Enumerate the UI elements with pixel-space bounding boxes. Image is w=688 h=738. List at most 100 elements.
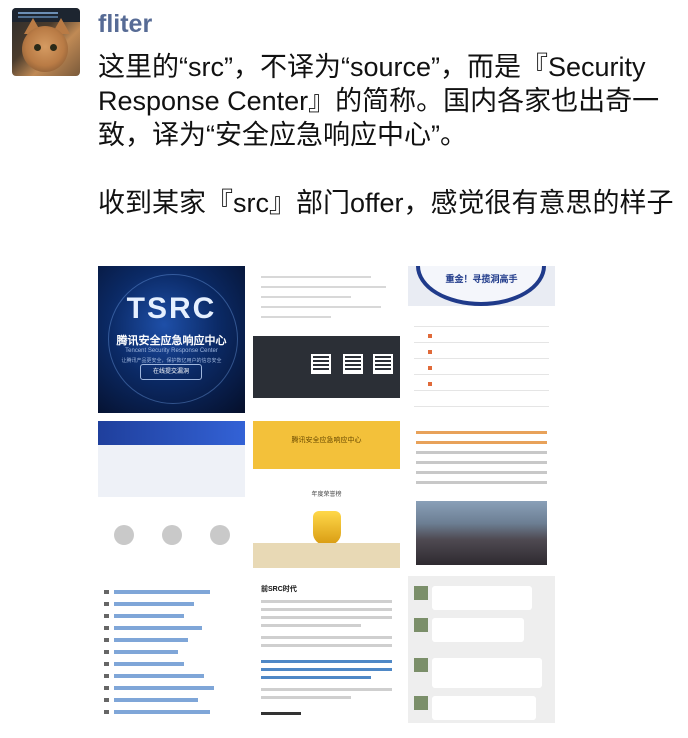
table-row — [414, 374, 549, 375]
trophy-icon — [313, 511, 341, 545]
person-icon — [162, 525, 182, 545]
table-marker — [428, 334, 432, 338]
doc-line — [261, 276, 371, 278]
user-avatar[interactable] — [12, 8, 80, 76]
list-number — [104, 698, 109, 702]
list-item — [114, 674, 204, 678]
text-line — [416, 441, 547, 444]
tsrc-title-cn: 腾讯安全应急响应中心 — [116, 335, 227, 347]
list-number — [104, 614, 109, 618]
doc-line — [261, 296, 351, 298]
article-heading: 前SRC时代 — [261, 586, 297, 593]
section-caption: 年度荣誉榜 — [311, 492, 342, 498]
tsrc-submit-button: 在线提交漏洞 — [140, 364, 202, 380]
text-line — [261, 600, 392, 603]
link-line — [261, 676, 371, 679]
yellow-banner — [253, 421, 400, 469]
image-tile-4[interactable] — [98, 421, 245, 568]
list-item — [114, 710, 210, 714]
text-line — [416, 461, 547, 464]
group-photo — [416, 501, 547, 565]
image-tile-5[interactable]: 腾讯安全应急响应中心 年度荣誉榜 — [253, 421, 400, 568]
chat-bubble — [432, 658, 542, 688]
doc-line — [261, 306, 381, 308]
qr-code-icon — [311, 354, 331, 374]
image-tile-3[interactable]: 重金！寻揽洞高手 — [408, 266, 555, 413]
text-line — [261, 696, 351, 699]
list-number — [104, 590, 109, 594]
text-line — [261, 608, 392, 611]
image-tile-6[interactable] — [408, 421, 555, 568]
text-line — [261, 644, 392, 647]
list-item — [114, 602, 194, 606]
person-icon — [210, 525, 230, 545]
image-tile-9[interactable] — [408, 576, 555, 723]
list-item — [114, 638, 188, 642]
text-line — [261, 712, 301, 715]
image-tile-8[interactable]: 前SRC时代 — [253, 576, 400, 723]
cat-eye-left — [34, 44, 41, 51]
post-text: 这里的“src”，不译为“source”，而是『Security Respons… — [98, 50, 678, 220]
banner-title: 重金！寻揽洞高手 — [445, 274, 518, 284]
text-line — [261, 688, 392, 691]
chat-bubble — [432, 586, 532, 610]
doc-line — [261, 316, 331, 318]
table-row — [414, 406, 549, 407]
list-item — [114, 650, 178, 654]
chat-avatar — [414, 586, 428, 600]
list-number — [104, 662, 109, 666]
list-item — [114, 686, 214, 690]
list-number — [104, 650, 109, 654]
table-marker — [428, 366, 432, 370]
text-line — [416, 471, 547, 474]
text-line — [261, 616, 392, 619]
qr-code-icon — [343, 354, 363, 374]
text-line — [416, 481, 547, 484]
list-number — [104, 602, 109, 606]
image-tile-7[interactable] — [98, 576, 245, 723]
text-line — [261, 624, 361, 627]
link-line — [261, 660, 392, 663]
image-tile-1[interactable]: TSRC 腾讯安全应急响应中心 Tencent Security Respons… — [98, 266, 245, 413]
info-strip — [98, 445, 245, 497]
list-item — [114, 626, 202, 630]
text-line — [261, 636, 392, 639]
cat-eye-right — [50, 44, 57, 51]
post-paragraph-2: 收到某家『src』部门offer，感觉很有意思的样子 — [98, 188, 674, 218]
list-number — [104, 626, 109, 630]
image-grid: TSRC 腾讯安全应急响应中心 Tencent Security Respons… — [98, 266, 558, 738]
chat-avatar — [414, 618, 428, 632]
list-item — [114, 662, 184, 666]
chat-avatar — [414, 658, 428, 672]
chat-bubble — [432, 618, 524, 642]
table-row — [414, 358, 549, 359]
nickname[interactable]: fliter — [98, 10, 152, 39]
image-tile-2[interactable] — [253, 266, 400, 413]
list-item — [114, 590, 210, 594]
qr-code-icon — [373, 354, 393, 374]
blue-banner — [98, 421, 245, 445]
table-marker — [428, 350, 432, 354]
text-line — [416, 451, 547, 454]
list-number — [104, 686, 109, 690]
link-line — [261, 668, 392, 671]
chat-bubble — [432, 696, 536, 720]
text-line — [416, 431, 547, 434]
list-item — [114, 698, 198, 702]
list-number — [104, 638, 109, 642]
tsrc-title-en: Tencent Security Response Center — [125, 348, 218, 354]
list-number — [104, 710, 109, 714]
list-number — [104, 674, 109, 678]
table-row — [414, 342, 549, 343]
person-icon — [114, 525, 134, 545]
tsrc-logo: TSRC — [126, 292, 217, 325]
table-row — [414, 390, 549, 391]
list-item — [114, 614, 184, 618]
banner-title: 腾讯安全应急响应中心 — [291, 437, 362, 444]
table-marker — [428, 382, 432, 386]
tsrc-tagline: 让腾讯产品更安全，保护数亿用户的信息安全 — [121, 358, 222, 364]
cat-head — [22, 26, 68, 72]
footer-strip — [253, 543, 400, 568]
doc-line — [261, 286, 386, 288]
